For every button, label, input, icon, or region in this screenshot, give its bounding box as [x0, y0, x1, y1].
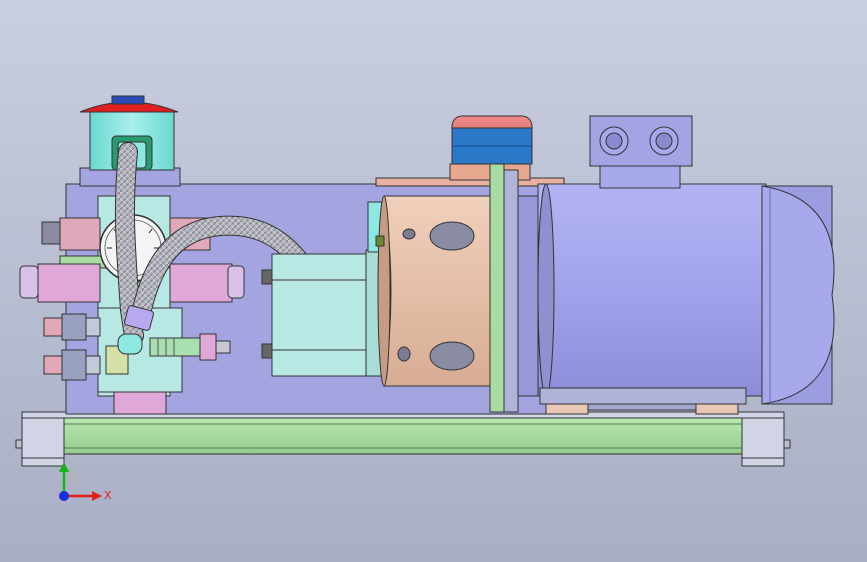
electric-motor[interactable]	[517, 183, 835, 415]
fitting-lilac-left	[37, 263, 101, 303]
x-axis-label: X	[104, 489, 112, 502]
bellhousing[interactable]	[375, 195, 491, 387]
coordinate-triad: X	[59, 462, 112, 502]
fitting-lilac-right	[169, 263, 233, 303]
cad-viewport[interactable]: X	[0, 0, 867, 562]
base-foot-right	[741, 417, 785, 467]
bellhousing-window-top	[429, 221, 475, 251]
fitting-pink-left-top	[59, 217, 101, 251]
base-frame[interactable]	[15, 411, 791, 467]
base-foot-left	[21, 417, 65, 467]
motor-flange-plate[interactable]	[489, 163, 519, 413]
z-axis-icon	[59, 491, 69, 501]
bellhousing-window-bottom	[429, 341, 475, 371]
motor-terminal-box[interactable]	[589, 115, 693, 189]
